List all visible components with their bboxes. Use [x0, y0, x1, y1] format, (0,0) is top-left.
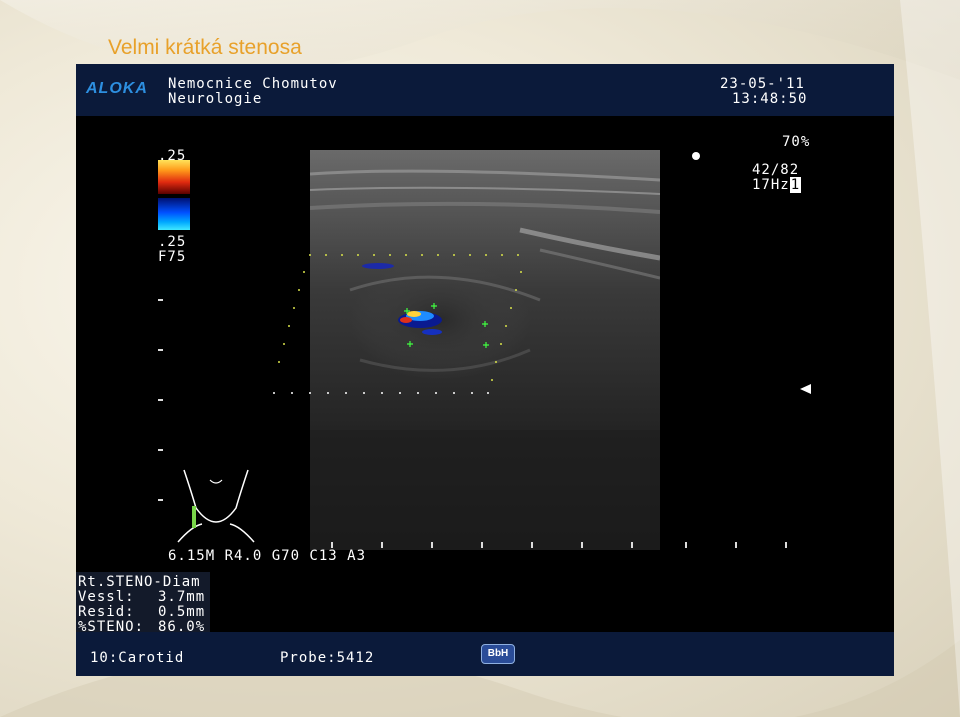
depth-tick — [158, 449, 163, 451]
depth-tick — [158, 349, 163, 351]
date-label: 23-05-'11 — [720, 76, 805, 92]
frequency-readout: 17Hz1 — [752, 177, 802, 193]
color-scale-positive — [158, 160, 190, 194]
depth-tick — [158, 299, 163, 301]
brand-logo: ALOKA — [86, 80, 148, 97]
measurement-label: Vessl: — [78, 589, 135, 605]
probe-label: Probe:5412 — [280, 650, 375, 666]
neck-body-marker — [177, 469, 255, 543]
measurement-title: Rt.STENO-Diam — [78, 574, 201, 590]
measurement-label: Resid: — [78, 604, 135, 620]
measurement-value: 0.5mm — [158, 604, 206, 620]
color-scale-bottom: .25 — [158, 234, 187, 250]
institution-label: Nemocnice Chomutov — [168, 76, 338, 92]
scale-tick — [531, 542, 533, 548]
depth-tick — [158, 399, 163, 401]
scale-tick — [581, 542, 583, 548]
scale-tick — [685, 542, 687, 548]
measurement-value: 3.7mm — [158, 589, 206, 605]
scale-tick — [431, 542, 433, 548]
focus-pointer-icon — [800, 384, 811, 394]
scale-tick — [735, 542, 737, 548]
status-dot — [692, 152, 700, 160]
scale-tick — [481, 542, 483, 548]
frequency-box: 1 — [789, 177, 802, 193]
ultrasound-screen: ALOKA Nemocnice Chomutov Neurologie 23-0… — [76, 64, 894, 676]
frequency-label: 17Hz — [752, 177, 790, 193]
bbh-badge: BbH — [481, 644, 515, 664]
scale-tick — [381, 542, 383, 548]
preset-label: 10:Carotid — [90, 650, 185, 666]
scale-tick — [631, 542, 633, 548]
color-scale-negative — [158, 198, 190, 230]
department-label: Neurologie — [168, 91, 263, 107]
scale-tick — [785, 542, 787, 548]
filter-label: F75 — [158, 249, 187, 265]
time-label: 13:48:50 — [732, 91, 808, 107]
imaging-parameters: 6.15M R4.0 G70 C13 A3 — [168, 548, 367, 564]
color-box-roi — [273, 254, 522, 394]
frame-rate-label: 42/82 — [752, 162, 800, 178]
measurement-panel: Rt.STENO-Diam Vessl: 3.7mm Resid: 0.5mm … — [76, 572, 210, 635]
slide-title: Velmi krátká stenosa — [108, 36, 302, 59]
power-label: 70% — [782, 134, 811, 150]
depth-tick — [158, 499, 163, 501]
